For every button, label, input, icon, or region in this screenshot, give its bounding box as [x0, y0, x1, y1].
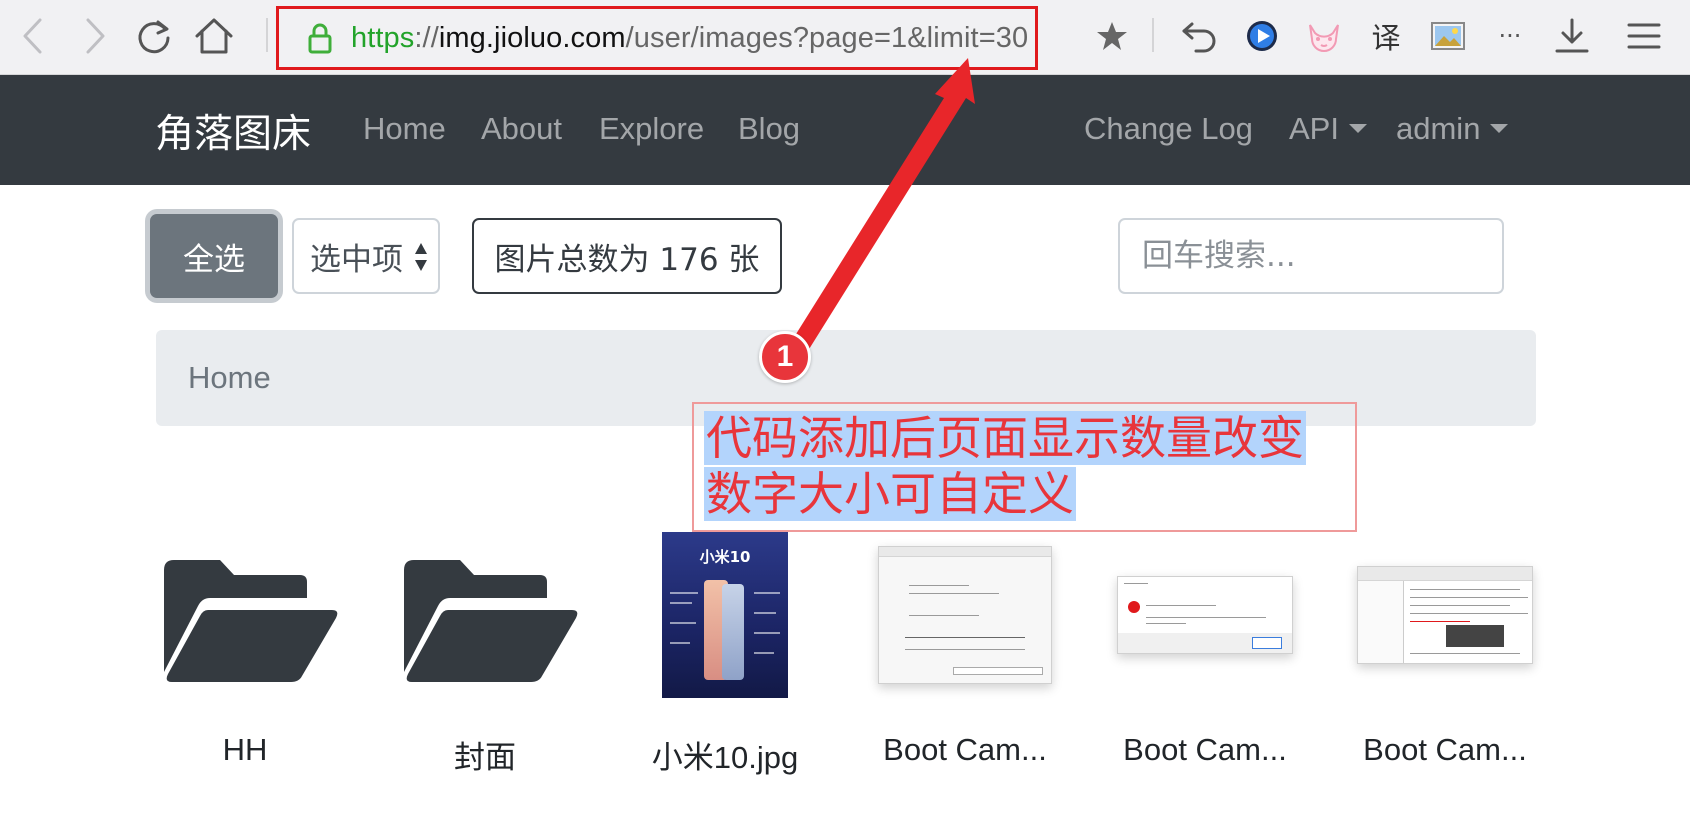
- grid-item-image[interactable]: Boot Cam...: [855, 520, 1075, 780]
- toolbar-divider: [1152, 18, 1154, 52]
- forward-icon[interactable]: [68, 10, 120, 62]
- breadcrumb-item-home[interactable]: Home: [188, 360, 271, 396]
- editor-screenshot-image: [1357, 566, 1533, 664]
- more-icon[interactable]: ···: [1484, 10, 1536, 62]
- grid-item-image[interactable]: Boot Cam...: [1335, 520, 1555, 780]
- nav-dropdown-user-label: admin: [1396, 111, 1481, 146]
- nav-link-explore[interactable]: Explore: [599, 111, 704, 147]
- image-thumbnail: [855, 520, 1075, 710]
- lock-icon: [308, 23, 332, 54]
- grid-item-label: 封面: [454, 740, 516, 775]
- annotation-step-badge: 1: [759, 331, 811, 383]
- selected-items-select[interactable]: 选中项: [292, 218, 440, 294]
- search-input[interactable]: [1118, 218, 1504, 294]
- nav-link-blog[interactable]: Blog: [738, 111, 800, 147]
- home-icon[interactable]: [188, 10, 240, 62]
- poster-title: 小米10: [699, 548, 751, 566]
- screenshot-icon[interactable]: [1422, 10, 1474, 62]
- download-icon[interactable]: [1546, 10, 1598, 62]
- grid-item-folder[interactable]: 封面: [375, 520, 595, 780]
- dialog-screenshot-image: [878, 546, 1052, 684]
- url-host: img.jioluo.com: [438, 21, 626, 54]
- annotation-line-2-text: 数字大小可自定义: [704, 467, 1076, 521]
- annotation-callout: 代码添加后页面显示数量改变 数字大小可自定义: [692, 402, 1357, 532]
- chevron-down-icon: [1348, 124, 1367, 133]
- url-text[interactable]: https://img.jioluo.com/user/images?page=…: [351, 22, 1028, 55]
- url-scheme: https: [351, 21, 415, 54]
- browser-toolbar: https://img.jioluo.com/user/images?page=…: [0, 0, 1690, 75]
- chevron-down-icon: [1490, 124, 1509, 133]
- grid-item-label: Boot Cam...: [1123, 732, 1287, 767]
- translate-label: 译: [1371, 21, 1401, 55]
- image-thumbnail: [1095, 520, 1315, 710]
- selected-items-label: 选中项: [310, 241, 403, 278]
- url-path: /user/images?page=1&limit=30: [625, 21, 1029, 54]
- grid-item-image[interactable]: Boot Cam...: [1095, 520, 1315, 780]
- image-thumbnail: [1335, 520, 1555, 710]
- translate-icon[interactable]: 译: [1360, 10, 1412, 62]
- nav-dropdown-api[interactable]: API: [1289, 111, 1367, 147]
- url-separator: ://: [414, 21, 439, 54]
- nav-link-change-log[interactable]: Change Log: [1084, 111, 1253, 147]
- nav-dropdown-api-label: API: [1289, 111, 1339, 146]
- folder-icon: [135, 520, 355, 710]
- grid-item-folder[interactable]: HH: [135, 520, 355, 780]
- nav-dropdown-user[interactable]: admin: [1396, 111, 1509, 147]
- folder-icon: [375, 520, 595, 710]
- image-total-count: 图片总数为 176 张: [472, 218, 782, 294]
- nav-link-about[interactable]: About: [481, 111, 562, 147]
- grid-item-label: 小米10.jpg: [651, 740, 799, 775]
- site-navbar: 角落图床 Home About Explore Blog Change Log …: [0, 75, 1690, 185]
- site-brand[interactable]: 角落图床: [155, 103, 311, 159]
- address-bar[interactable]: https://img.jioluo.com/user/images?page=…: [276, 6, 1038, 70]
- grid-item-image[interactable]: 小米10 小米10.jpg: [615, 520, 835, 780]
- annotation-line-1: 代码添加后页面显示数量改变: [704, 410, 1306, 466]
- error-dialog-screenshot-image: [1117, 576, 1293, 654]
- cat-extension-icon[interactable]: [1298, 10, 1350, 62]
- grid-item-label: Boot Cam...: [1363, 732, 1527, 767]
- nav-link-home[interactable]: Home: [363, 111, 446, 147]
- more-label: ···: [1498, 22, 1522, 50]
- toolbar-divider: [266, 18, 268, 52]
- phone-poster-image: 小米10: [662, 532, 788, 698]
- image-thumbnail: 小米10: [615, 520, 835, 710]
- bookmark-star-icon[interactable]: [1086, 10, 1138, 62]
- browser-window: https://img.jioluo.com/user/images?page=…: [0, 0, 1690, 820]
- grid-item-label: Boot Cam...: [883, 732, 1047, 767]
- menu-icon[interactable]: [1618, 10, 1670, 62]
- reload-icon[interactable]: [128, 10, 180, 62]
- annotation-line-1-text: 代码添加后页面显示数量改变: [704, 411, 1306, 465]
- player-icon[interactable]: [1236, 10, 1288, 62]
- select-arrows-icon: [415, 243, 427, 271]
- annotation-line-2: 数字大小可自定义: [704, 466, 1076, 522]
- select-all-button[interactable]: 全选: [150, 214, 278, 298]
- grid-item-label: HH: [222, 732, 268, 767]
- back-icon[interactable]: [8, 10, 60, 62]
- undo-icon[interactable]: [1174, 10, 1226, 62]
